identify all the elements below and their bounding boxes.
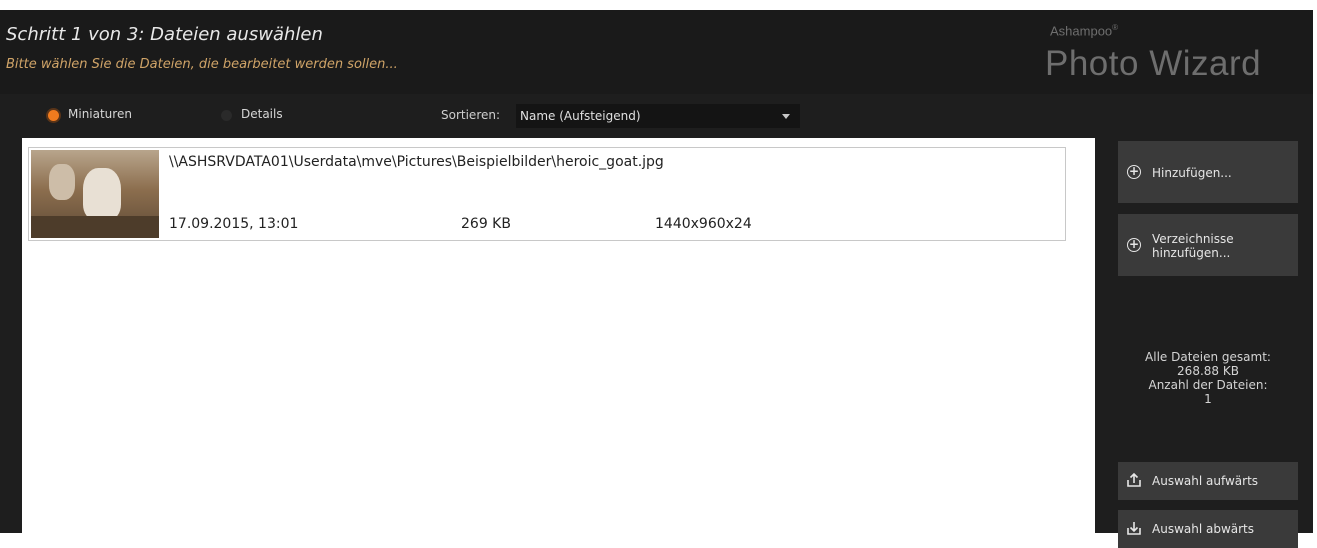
add-folders-button[interactable]: + Verzeichnisse hinzufügen... [1118, 214, 1298, 276]
move-down-label: Auswahl abwärts [1152, 522, 1255, 536]
stats-count-label: Anzahl der Dateien: [1148, 378, 1268, 392]
radio-details-icon[interactable] [221, 110, 232, 121]
move-up-label: Auswahl aufwärts [1152, 474, 1259, 488]
add-folders-label: Verzeichnisse hinzufügen... [1152, 232, 1234, 260]
move-up-icon [1127, 472, 1141, 487]
file-thumbnail [31, 150, 159, 238]
add-circle-icon: + [1127, 164, 1141, 179]
view-toolbar: Miniaturen Details Sortieren: Name (Aufs… [0, 94, 1313, 138]
radio-thumbnails-label[interactable]: Miniaturen [68, 107, 132, 121]
radio-details-label[interactable]: Details [241, 107, 283, 121]
add-circle-icon: + [1127, 237, 1141, 252]
chevron-down-icon [782, 114, 790, 119]
brand-name: Ashampoo® [1050, 23, 1118, 38]
thumbnail-goat-background-shape [49, 164, 75, 200]
file-size: 269 KB [461, 216, 511, 232]
brand-name-text: Ashampoo [1050, 23, 1113, 39]
page-title: Schritt 1 von 3: Dateien auswählen [6, 24, 323, 45]
file-list[interactable]: \\ASHSRVDATA01\Userdata\mve\Pictures\Bei… [22, 138, 1095, 533]
add-files-button[interactable]: + Hinzufügen... [1118, 141, 1298, 203]
stats-total-value: 268.88 KB [1177, 364, 1239, 378]
app-window: Schritt 1 von 3: Dateien auswählen Bitte… [0, 10, 1313, 548]
registered-mark: ® [1112, 23, 1119, 32]
move-selection-down-button[interactable]: Auswahl abwärts [1118, 510, 1298, 548]
product-logo: Photo Wizard [1045, 44, 1262, 83]
move-selection-up-button[interactable]: Auswahl aufwärts [1118, 462, 1298, 500]
header: Schritt 1 von 3: Dateien auswählen Bitte… [0, 10, 1313, 94]
file-path: \\ASHSRVDATA01\Userdata\mve\Pictures\Bei… [169, 154, 664, 170]
file-date: 17.09.2015, 13:01 [169, 216, 299, 232]
radio-thumbnails-icon[interactable] [48, 110, 59, 121]
sort-label: Sortieren: [441, 108, 501, 122]
sort-dropdown[interactable]: Name (Aufsteigend) [516, 104, 800, 128]
move-down-icon [1127, 522, 1141, 535]
stats-total-label: Alle Dateien gesamt: [1145, 350, 1271, 364]
file-dimensions: 1440x960x24 [655, 216, 752, 232]
file-statistics: Alle Dateien gesamt: 268.88 KB Anzahl de… [1118, 350, 1298, 406]
page-subtitle: Bitte wählen Sie die Dateien, die bearbe… [6, 57, 398, 72]
thumbnail-ground-shape [31, 216, 159, 238]
stats-count-value: 1 [1204, 392, 1212, 406]
sort-dropdown-value: Name (Aufsteigend) [520, 109, 641, 123]
add-files-label: Hinzufügen... [1152, 166, 1232, 180]
thumbnail-goat-shape [83, 168, 121, 220]
file-list-item[interactable]: \\ASHSRVDATA01\Userdata\mve\Pictures\Bei… [28, 147, 1066, 241]
window-edge [1313, 0, 1317, 533]
